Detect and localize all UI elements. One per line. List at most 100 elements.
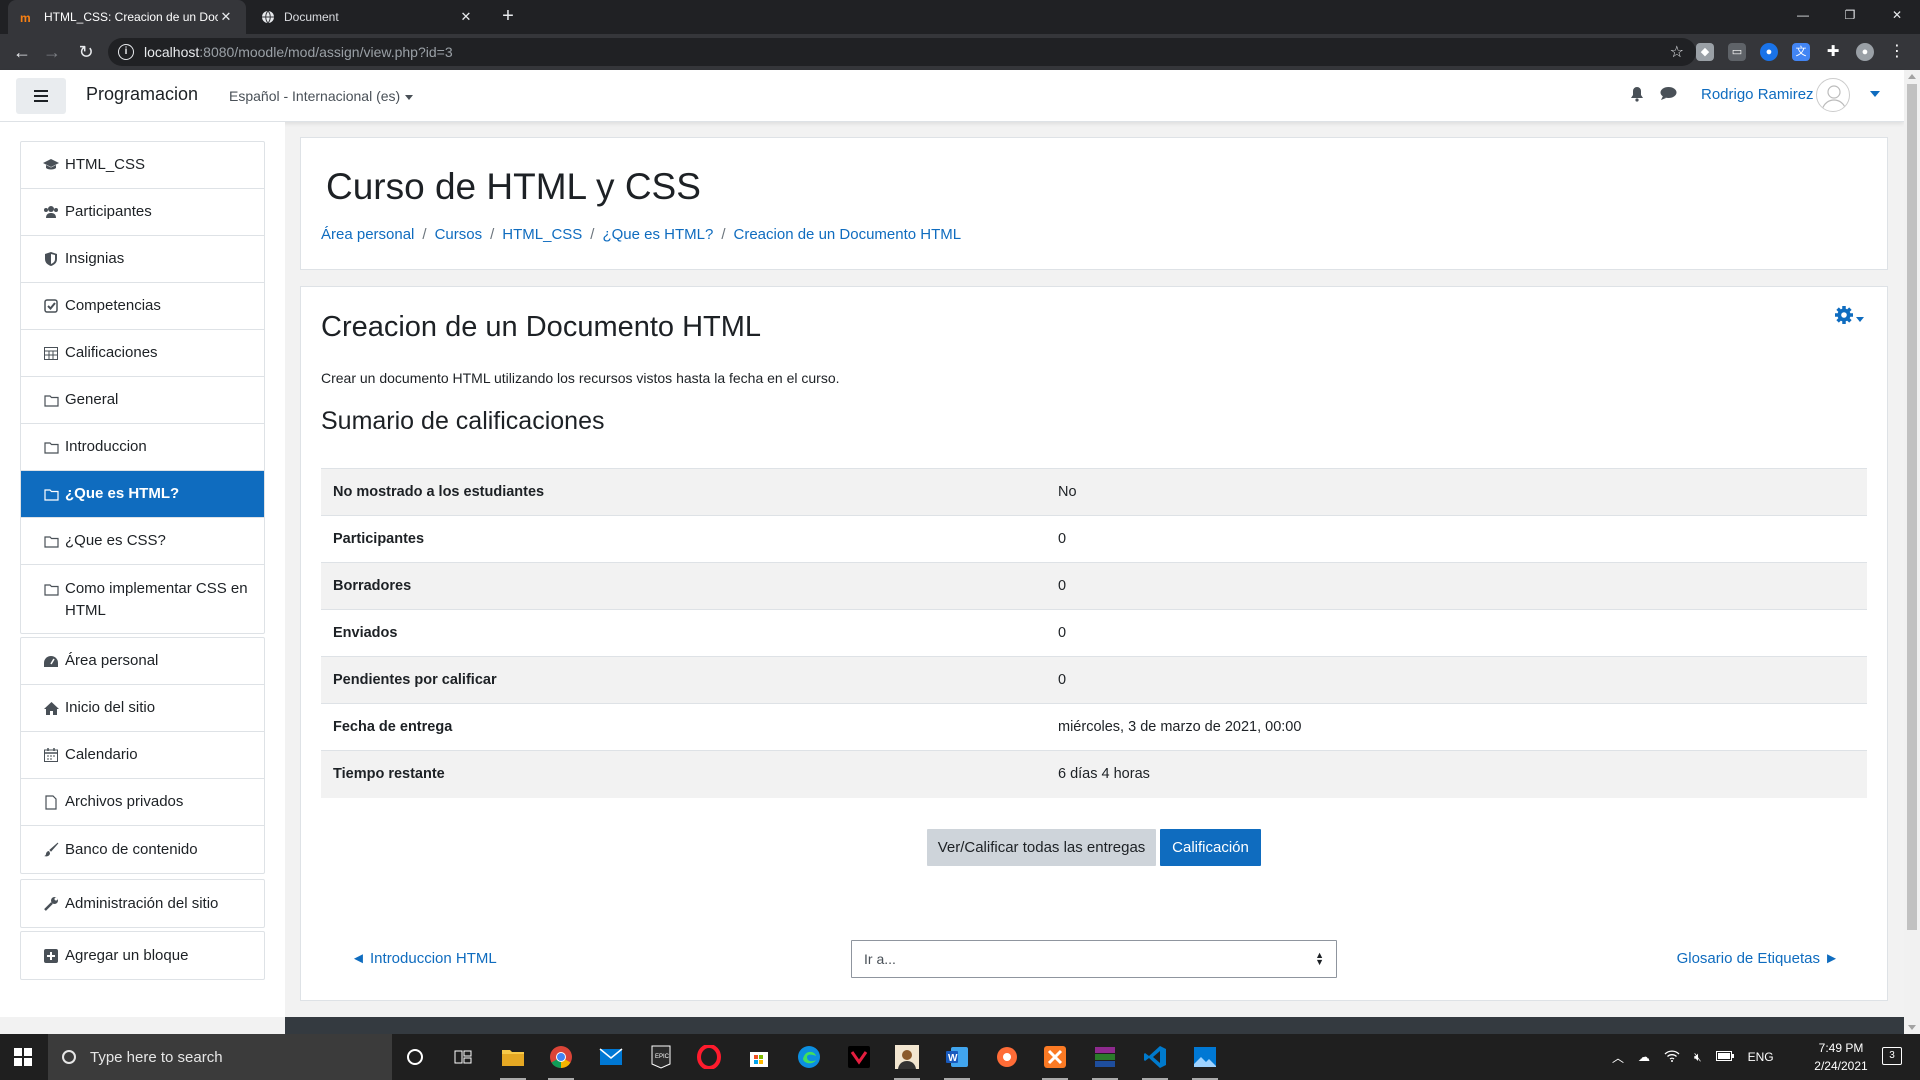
back-icon[interactable]: ←: [10, 40, 34, 64]
translate-icon[interactable]: 文: [1792, 43, 1810, 61]
bookmark-star-icon[interactable]: ☆: [1670, 42, 1684, 62]
info-icon[interactable]: i: [118, 44, 134, 60]
page-scrollbar[interactable]: [1904, 70, 1920, 1034]
activity-intro: Crear un documento HTML utilizando los r…: [321, 370, 840, 386]
word-icon[interactable]: W: [942, 1042, 972, 1080]
next-activity-link[interactable]: Glosario de Etiquetas ►: [1677, 950, 1839, 967]
opera-icon[interactable]: [694, 1042, 724, 1072]
jump-to-select[interactable]: Ir a... ▲ ▼: [851, 940, 1337, 978]
forward-icon[interactable]: →: [40, 40, 64, 64]
nav-item-banco-de-contenido[interactable]: Banco de contenido: [21, 826, 264, 873]
extension-blue-icon[interactable]: ●: [1760, 43, 1778, 61]
select-arrows-icon: ▲ ▼: [1315, 950, 1324, 967]
scroll-up-icon[interactable]: [1908, 74, 1916, 79]
svg-text:m: m: [20, 11, 31, 23]
nav-item-archivos-privados[interactable]: Archivos privados: [21, 779, 264, 826]
row-key: Tiempo restante: [333, 766, 445, 783]
nav-item-administracion[interactable]: Administración del sitio: [21, 880, 264, 927]
wifi-icon[interactable]: [1664, 1049, 1680, 1066]
nav-label: Archivos privados: [65, 793, 184, 810]
onedrive-icon[interactable]: ☁: [1638, 1050, 1650, 1064]
extension-gray-icon[interactable]: ▭: [1728, 43, 1746, 61]
nav-item-area-personal[interactable]: Área personal: [21, 638, 264, 685]
browser-toolbar: ← → ↻ i localhost:8080/moodle/mod/assign…: [0, 34, 1920, 70]
reload-icon[interactable]: ↻: [74, 40, 98, 64]
nav-item-html-css[interactable]: HTML_CSS: [21, 142, 264, 189]
nav-item-agregar-bloque[interactable]: Agregar un bloque: [21, 932, 264, 979]
cortana-icon[interactable]: [400, 1042, 430, 1072]
photos-icon[interactable]: [1190, 1042, 1220, 1080]
browser-tab-active[interactable]: m HTML_CSS: Creacion de un Docu ✕: [8, 0, 246, 34]
grade-button[interactable]: Calificación: [1160, 829, 1261, 866]
plus-square-icon: [43, 948, 59, 964]
breadcrumb-item[interactable]: ¿Que es HTML?: [602, 226, 713, 243]
chrome-icon[interactable]: [546, 1042, 576, 1080]
bell-icon[interactable]: [1630, 86, 1648, 104]
edge-icon[interactable]: [794, 1042, 824, 1072]
nav-item-introduccion[interactable]: Introduccion: [21, 424, 264, 471]
profile-icon[interactable]: ●: [1856, 43, 1874, 61]
nav-item-competencias[interactable]: Competencias: [21, 283, 264, 330]
close-icon[interactable]: ✕: [218, 9, 234, 25]
mail-icon[interactable]: [596, 1042, 626, 1072]
vscode-icon[interactable]: [1140, 1042, 1170, 1080]
taskbar-search-box[interactable]: Type here to search: [48, 1034, 392, 1080]
prev-activity-link[interactable]: ◄ Introduccion HTML: [351, 950, 497, 967]
tray-chevron-icon[interactable]: ︿: [1612, 1049, 1624, 1066]
file-explorer-icon[interactable]: [498, 1042, 528, 1080]
battery-icon[interactable]: [1715, 1050, 1734, 1064]
view-all-submissions-button[interactable]: Ver/Calificar todas las entregas: [927, 829, 1156, 866]
nav-item-inicio-del-sitio[interactable]: Inicio del sitio: [21, 685, 264, 732]
minimize-icon[interactable]: —: [1780, 0, 1826, 30]
nav-item-general[interactable]: General: [21, 377, 264, 424]
input-language[interactable]: ENG: [1748, 1050, 1774, 1064]
nav-item-calificaciones[interactable]: Calificaciones: [21, 330, 264, 377]
nav-item-que-es-html[interactable]: ¿Que es HTML?: [21, 471, 264, 518]
extension-cube-icon[interactable]: ◆: [1696, 43, 1714, 61]
nav-item-insignias[interactable]: Insignias: [21, 236, 264, 283]
puzzle-icon[interactable]: ✚: [1824, 43, 1842, 61]
breadcrumb-item[interactable]: HTML_CSS: [502, 226, 582, 243]
breadcrumb-item[interactable]: Creacion de un Documento HTML: [734, 226, 962, 243]
site-name[interactable]: Programacion: [86, 84, 198, 105]
language-menu[interactable]: Español - Internacional (es): [229, 88, 414, 104]
scroll-down-icon[interactable]: [1908, 1025, 1916, 1030]
address-bar[interactable]: i localhost:8080/moodle/mod/assign/view.…: [108, 38, 1696, 66]
window-close-icon[interactable]: ✕: [1874, 0, 1920, 30]
windows-start-icon[interactable]: [14, 1048, 32, 1066]
app-red-icon[interactable]: [844, 1042, 874, 1072]
close-icon[interactable]: ✕: [458, 9, 474, 25]
avatar[interactable]: [1816, 78, 1850, 112]
nav-label: Banco de contenido: [65, 840, 198, 858]
table-row: Pendientes por calificar 0: [321, 656, 1867, 704]
app-avatar-icon[interactable]: [892, 1042, 922, 1080]
volume-muted-icon[interactable]: 🔇︎: [1694, 1050, 1702, 1065]
restore-icon[interactable]: ❐: [1827, 0, 1873, 30]
notifications-icon[interactable]: 3: [1882, 1047, 1902, 1065]
nav-item-como-implementar-css[interactable]: Como implementar CSS en HTML: [21, 565, 264, 633]
browser-tab-document[interactable]: Document ✕: [248, 0, 486, 34]
breadcrumb-item[interactable]: Cursos: [435, 226, 483, 243]
breadcrumb-item[interactable]: Área personal: [321, 226, 414, 243]
user-menu-caret-icon[interactable]: [1870, 91, 1880, 97]
xampp-icon[interactable]: [1040, 1042, 1070, 1080]
chat-icon[interactable]: [1660, 86, 1678, 104]
taskbar-clock[interactable]: 7:49 PM 2/24/2021: [1805, 1039, 1877, 1075]
epic-games-icon[interactable]: EPIC: [646, 1042, 676, 1072]
nav-label: Participantes: [65, 203, 152, 220]
user-name[interactable]: Rodrigo Ramirez: [1701, 86, 1814, 103]
nav-item-calendario[interactable]: Calendario: [21, 732, 264, 779]
new-tab-button[interactable]: +: [496, 5, 520, 29]
task-view-icon[interactable]: [448, 1042, 478, 1072]
drawer-toggle-button[interactable]: [16, 78, 66, 114]
nav-item-participantes[interactable]: Participantes: [21, 189, 264, 236]
gear-icon[interactable]: [1834, 305, 1864, 331]
postman-icon[interactable]: [992, 1042, 1022, 1072]
scrollbar-thumb[interactable]: [1907, 84, 1917, 930]
clock-time: 7:49 PM: [1818, 1041, 1864, 1055]
store-icon[interactable]: [744, 1042, 774, 1072]
menu-dots-icon[interactable]: ⋮: [1888, 43, 1906, 61]
winrar-icon[interactable]: [1090, 1042, 1120, 1080]
tab-title: HTML_CSS: Creacion de un Docu: [44, 10, 218, 24]
nav-item-que-es-css[interactable]: ¿Que es CSS?: [21, 518, 264, 565]
